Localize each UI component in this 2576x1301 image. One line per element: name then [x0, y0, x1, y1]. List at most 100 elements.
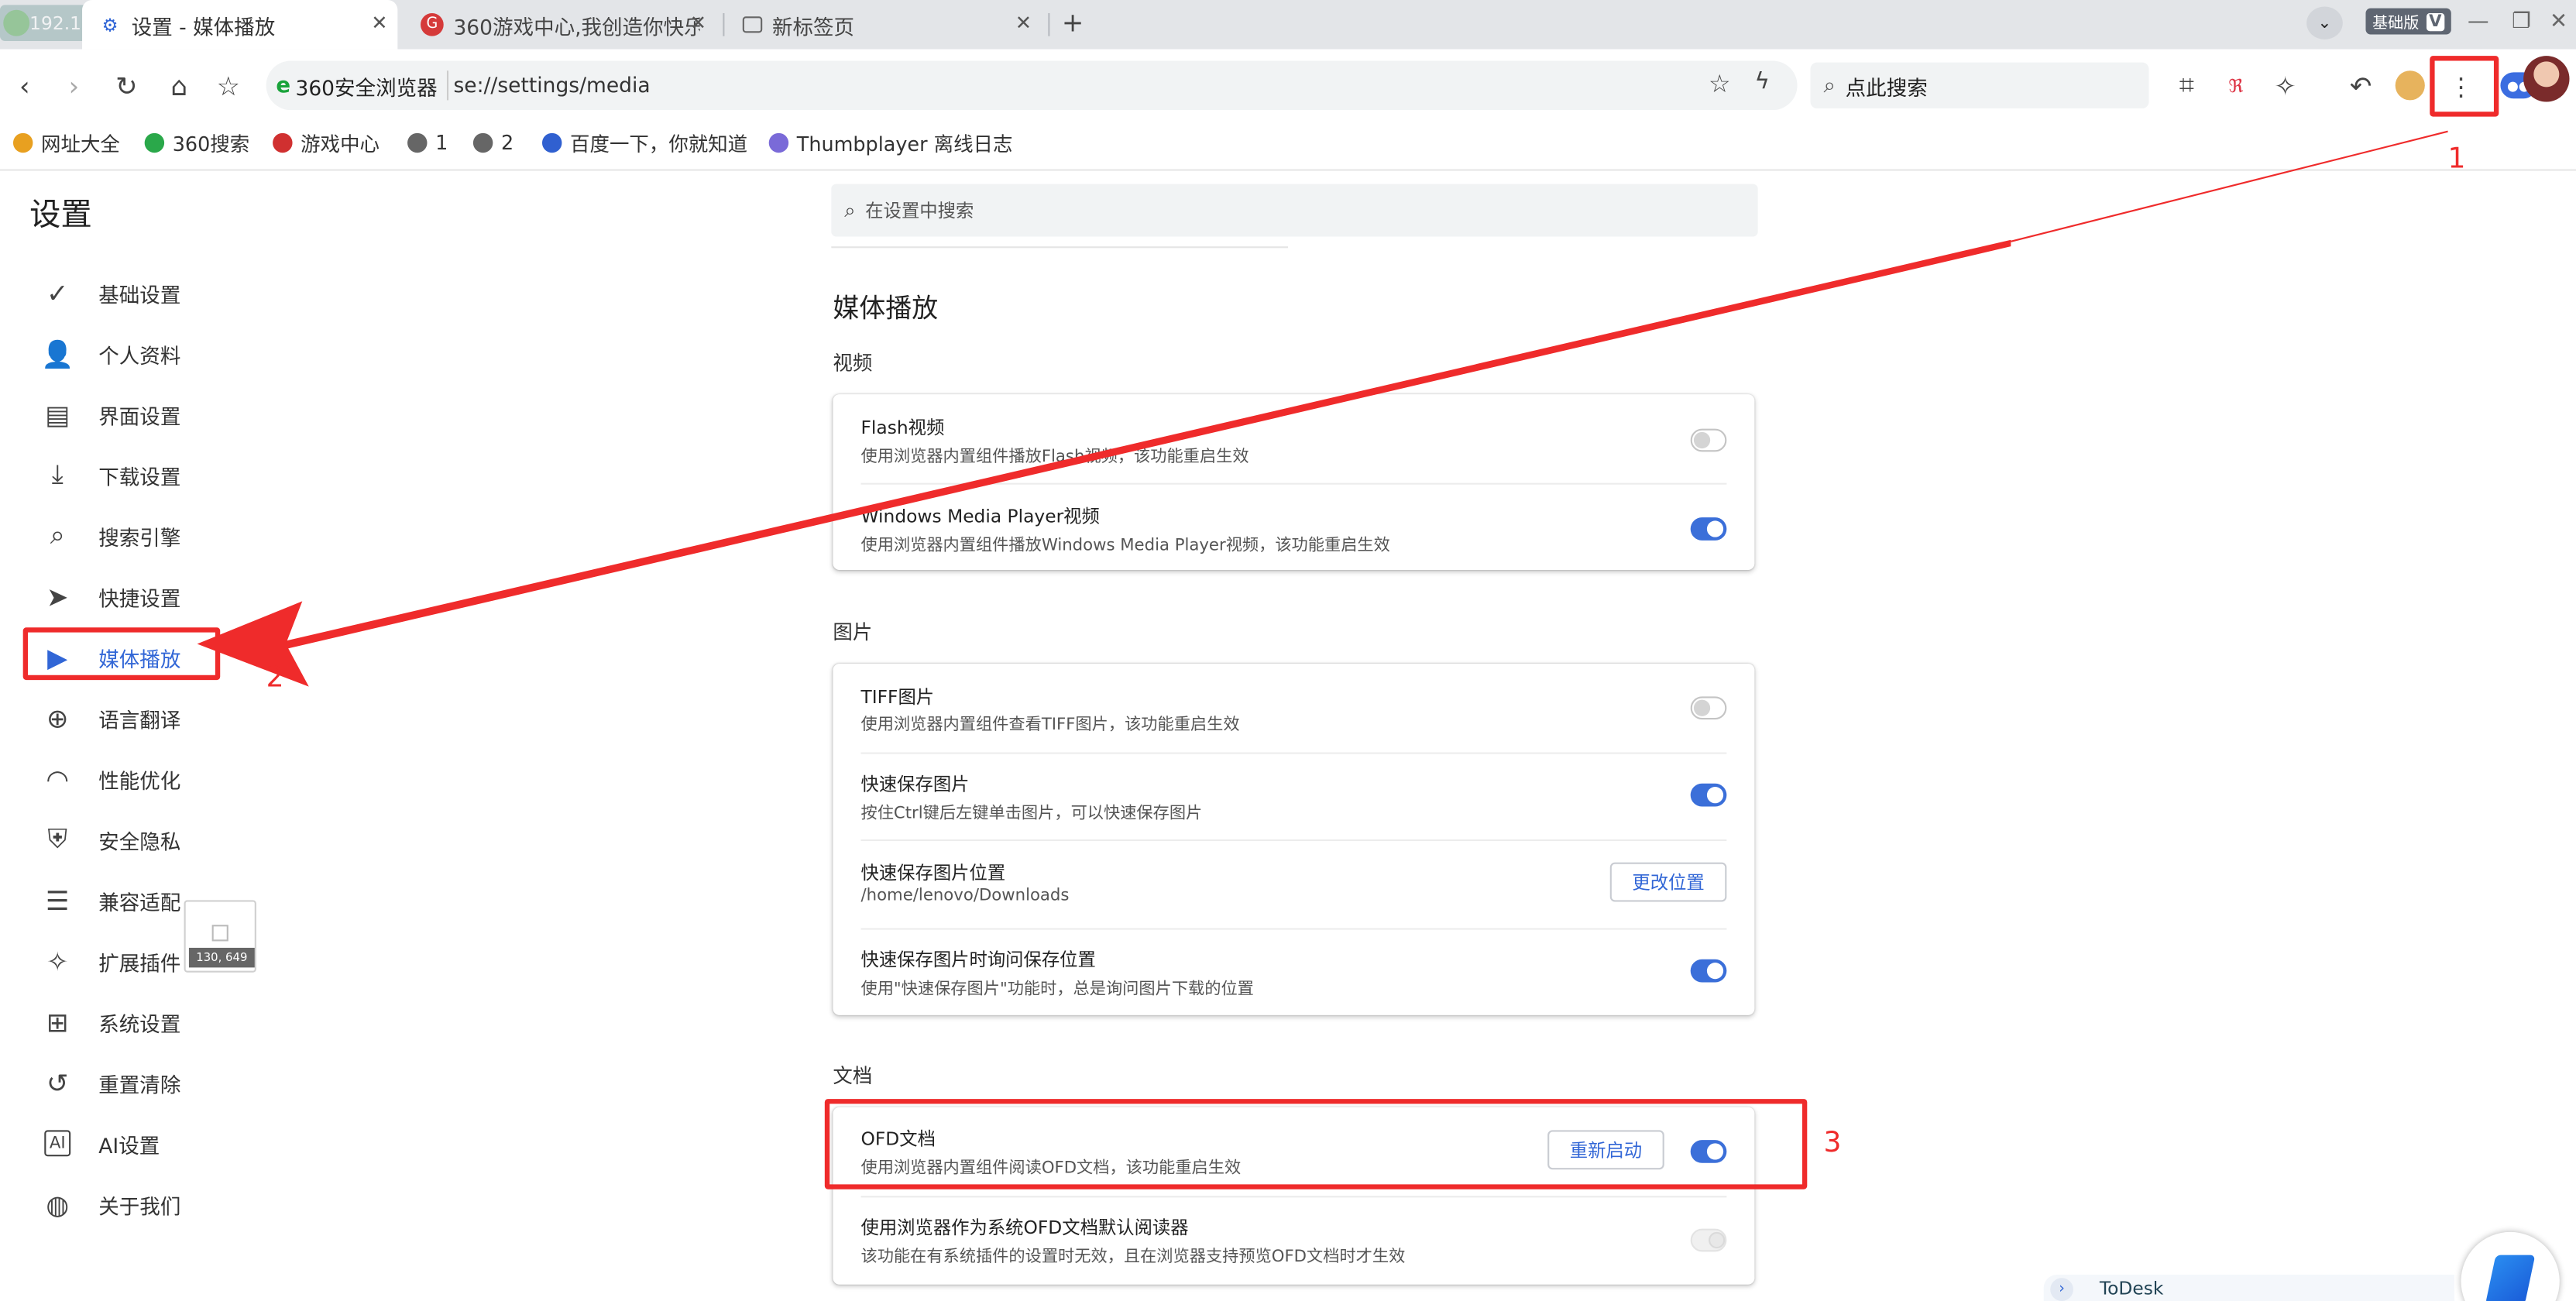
search-icon: ⌕: [844, 197, 856, 221]
address-bar[interactable]: e 360安全浏览器 se://settings/media ☆ ϟ: [266, 60, 1798, 111]
tiff-toggle[interactable]: [1690, 696, 1727, 720]
bookmark-star-icon[interactable]: ☆: [1709, 69, 1731, 98]
toggle-knob: [1709, 1231, 1726, 1249]
about-logo-icon: ◍: [46, 1188, 70, 1220]
bookmark-item[interactable]: 2: [472, 128, 513, 157]
edition-badge[interactable]: 基础版 V: [2365, 8, 2452, 35]
todesk-floating-button[interactable]: [2461, 1231, 2560, 1301]
sidebar-item-translate[interactable]: ⊕ 语言翻译: [39, 700, 302, 736]
download-icon: ⤓: [51, 458, 64, 490]
home-icon[interactable]: ⌂: [161, 67, 197, 104]
sidebar-item-interface[interactable]: ▤ 界面设置: [39, 396, 302, 432]
toggle-knob: [1706, 787, 1724, 804]
sidebar-item-compat[interactable]: ☰ 兼容适配: [39, 882, 302, 918]
flash-toggle[interactable]: [1690, 428, 1727, 452]
sidebar-item-basic[interactable]: ✓ 基础设置: [39, 274, 302, 311]
restore-button[interactable]: ❐: [2512, 10, 2531, 35]
todesk-logo-icon: [2485, 1255, 2536, 1301]
bookmark-item[interactable]: 360搜索: [144, 128, 249, 157]
sidebar-item-extensions[interactable]: ✧ 扩展插件: [39, 943, 302, 980]
speedometer-icon: ◠: [46, 763, 70, 795]
top-search-input[interactable]: ⌕ 点此搜索: [1810, 62, 2149, 108]
sidebar-item-search-engine[interactable]: ⌕ 搜索引擎: [39, 517, 302, 554]
tab-new-tab[interactable]: 新标签页 ✕: [726, 0, 1042, 50]
toggle-knob: [1706, 963, 1724, 980]
close-tab-icon[interactable]: ✕: [371, 12, 387, 35]
sidebar-item-ai[interactable]: AI AI设置: [39, 1125, 302, 1162]
translate-icon[interactable]: ℜ: [2218, 67, 2255, 104]
todesk-panel[interactable]: › ToDesk: [2043, 1275, 2455, 1301]
video-settings-card: Flash视频 使用浏览器内置组件播放Flash视频，该功能重启生效 Windo…: [833, 394, 1755, 571]
chevron-left-icon[interactable]: ›: [2050, 1278, 2073, 1301]
360-game-icon: G: [421, 12, 444, 36]
sidebar-item-system[interactable]: ⊞ 系统设置: [39, 1004, 302, 1040]
close-window-button[interactable]: ✕: [2550, 10, 2567, 35]
tab-360-game-center[interactable]: G 360游戏中心,我创造你快乐 ✕: [404, 0, 716, 50]
cursor-preview-icon: [211, 925, 228, 942]
undo-close-icon[interactable]: ↶: [2343, 67, 2379, 104]
annotation-highlight-ofd: [824, 1099, 1808, 1189]
screenshot-crop-icon[interactable]: ⌗: [2169, 67, 2205, 104]
tab-separator: [1048, 12, 1050, 36]
speed-mode-icon[interactable]: ϟ: [1754, 69, 1770, 95]
bookmarks-bar: 网址大全 360搜索 游戏中心 1 2 百度一下，你就知道 Thumbplaye…: [0, 121, 2576, 165]
close-tab-icon[interactable]: ✕: [1015, 12, 1032, 35]
forward-icon[interactable]: ›: [56, 67, 92, 104]
search-icon: ⌕: [1823, 73, 1836, 98]
toggle-knob: [1693, 699, 1711, 716]
sidebar-item-about[interactable]: ◍ 关于我们: [39, 1186, 302, 1222]
toggle-knob: [1706, 520, 1724, 537]
bookmark-item[interactable]: 游戏中心: [273, 128, 380, 157]
bookmark-item[interactable]: 百度一下，你就知道: [541, 128, 747, 157]
sidebar-item-security[interactable]: ⛨ 安全隐私: [39, 822, 302, 858]
setting-row-save-location: 快速保存图片位置 /home/lenovo/Downloads 更改位置: [833, 841, 1754, 930]
bookmark-item[interactable]: Thumbplayer 离线日志: [768, 128, 1012, 157]
bookmark-item[interactable]: 1: [407, 128, 448, 157]
reload-icon[interactable]: ↻: [108, 67, 145, 104]
sidebar-item-profile[interactable]: 👤 个人资料: [39, 335, 302, 372]
tab-list-dropdown-icon[interactable]: ⌄: [2306, 6, 2343, 39]
sidebar-item-shortcuts[interactable]: ➤ 快捷设置: [39, 578, 302, 615]
quick-save-toggle[interactable]: [1690, 783, 1727, 807]
remote-host-icon: [3, 9, 30, 36]
url-text[interactable]: se://settings/media: [453, 72, 650, 97]
bookmark-favicon-icon: [273, 132, 293, 153]
change-location-button[interactable]: 更改位置: [1609, 862, 1727, 902]
sidebar-item-reset[interactable]: ↺ 重置清除: [39, 1065, 302, 1101]
back-icon[interactable]: ‹: [6, 67, 43, 104]
tab-separator: [723, 12, 725, 36]
extensions-icon[interactable]: ✧: [2267, 67, 2303, 104]
wmp-toggle[interactable]: [1690, 517, 1727, 541]
search-icon: ⌕: [50, 519, 65, 551]
user-profile-icon[interactable]: [2395, 70, 2425, 101]
section-heading-documents: 文档: [833, 1064, 873, 1088]
new-tab-button[interactable]: +: [1058, 6, 1087, 39]
setting-row-flash: Flash视频 使用浏览器内置组件播放Flash视频，该功能重启生效: [833, 394, 1754, 485]
coordinate-tooltip: 130, 649: [184, 900, 256, 973]
bookmark-favicon-icon: [144, 132, 165, 153]
setting-row-tiff: TIFF图片 使用浏览器内置组件查看TIFF图片，该功能重启生效: [833, 664, 1754, 754]
avatar[interactable]: [2523, 56, 2570, 102]
close-tab-icon[interactable]: ✕: [690, 12, 706, 35]
bookmark-item[interactable]: 网址大全: [12, 128, 120, 157]
divider: [831, 246, 1288, 249]
ask-location-toggle[interactable]: [1690, 959, 1727, 983]
sidebar-item-download[interactable]: ⤓ 下载设置: [39, 457, 302, 493]
bookmark-favicon-icon: [541, 132, 562, 153]
settings-search-input[interactable]: ⌕ 在设置中搜索: [831, 184, 1758, 237]
sidebar-item-performance[interactable]: ◠ 性能优化: [39, 760, 302, 797]
annotation-highlight-menu: [2430, 56, 2499, 117]
setting-row-ofd-default: 使用浏览器作为系统OFD文档默认阅读器 该功能在有系统插件的设置时无效，且在浏览…: [833, 1196, 1754, 1285]
annotation-number-2: 2: [266, 661, 284, 695]
setting-row-quick-save: 快速保存图片 按住Ctrl键后左键单击图片，可以快速保存图片: [833, 752, 1754, 842]
minimize-button[interactable]: —: [2468, 10, 2489, 35]
globe-icon: ⊕: [46, 702, 69, 734]
ofd-default-toggle[interactable]: [1690, 1228, 1727, 1252]
favorites-icon[interactable]: ☆: [211, 67, 247, 104]
user-icon: 👤: [41, 337, 74, 369]
annotation-highlight-media: [22, 627, 221, 681]
history-icon: ↺: [46, 1066, 69, 1099]
toggle-knob: [1693, 431, 1711, 449]
page-title: 媒体播放: [833, 292, 939, 324]
tab-settings-media[interactable]: ⚙ 设置 - 媒体播放 ✕: [82, 0, 398, 50]
